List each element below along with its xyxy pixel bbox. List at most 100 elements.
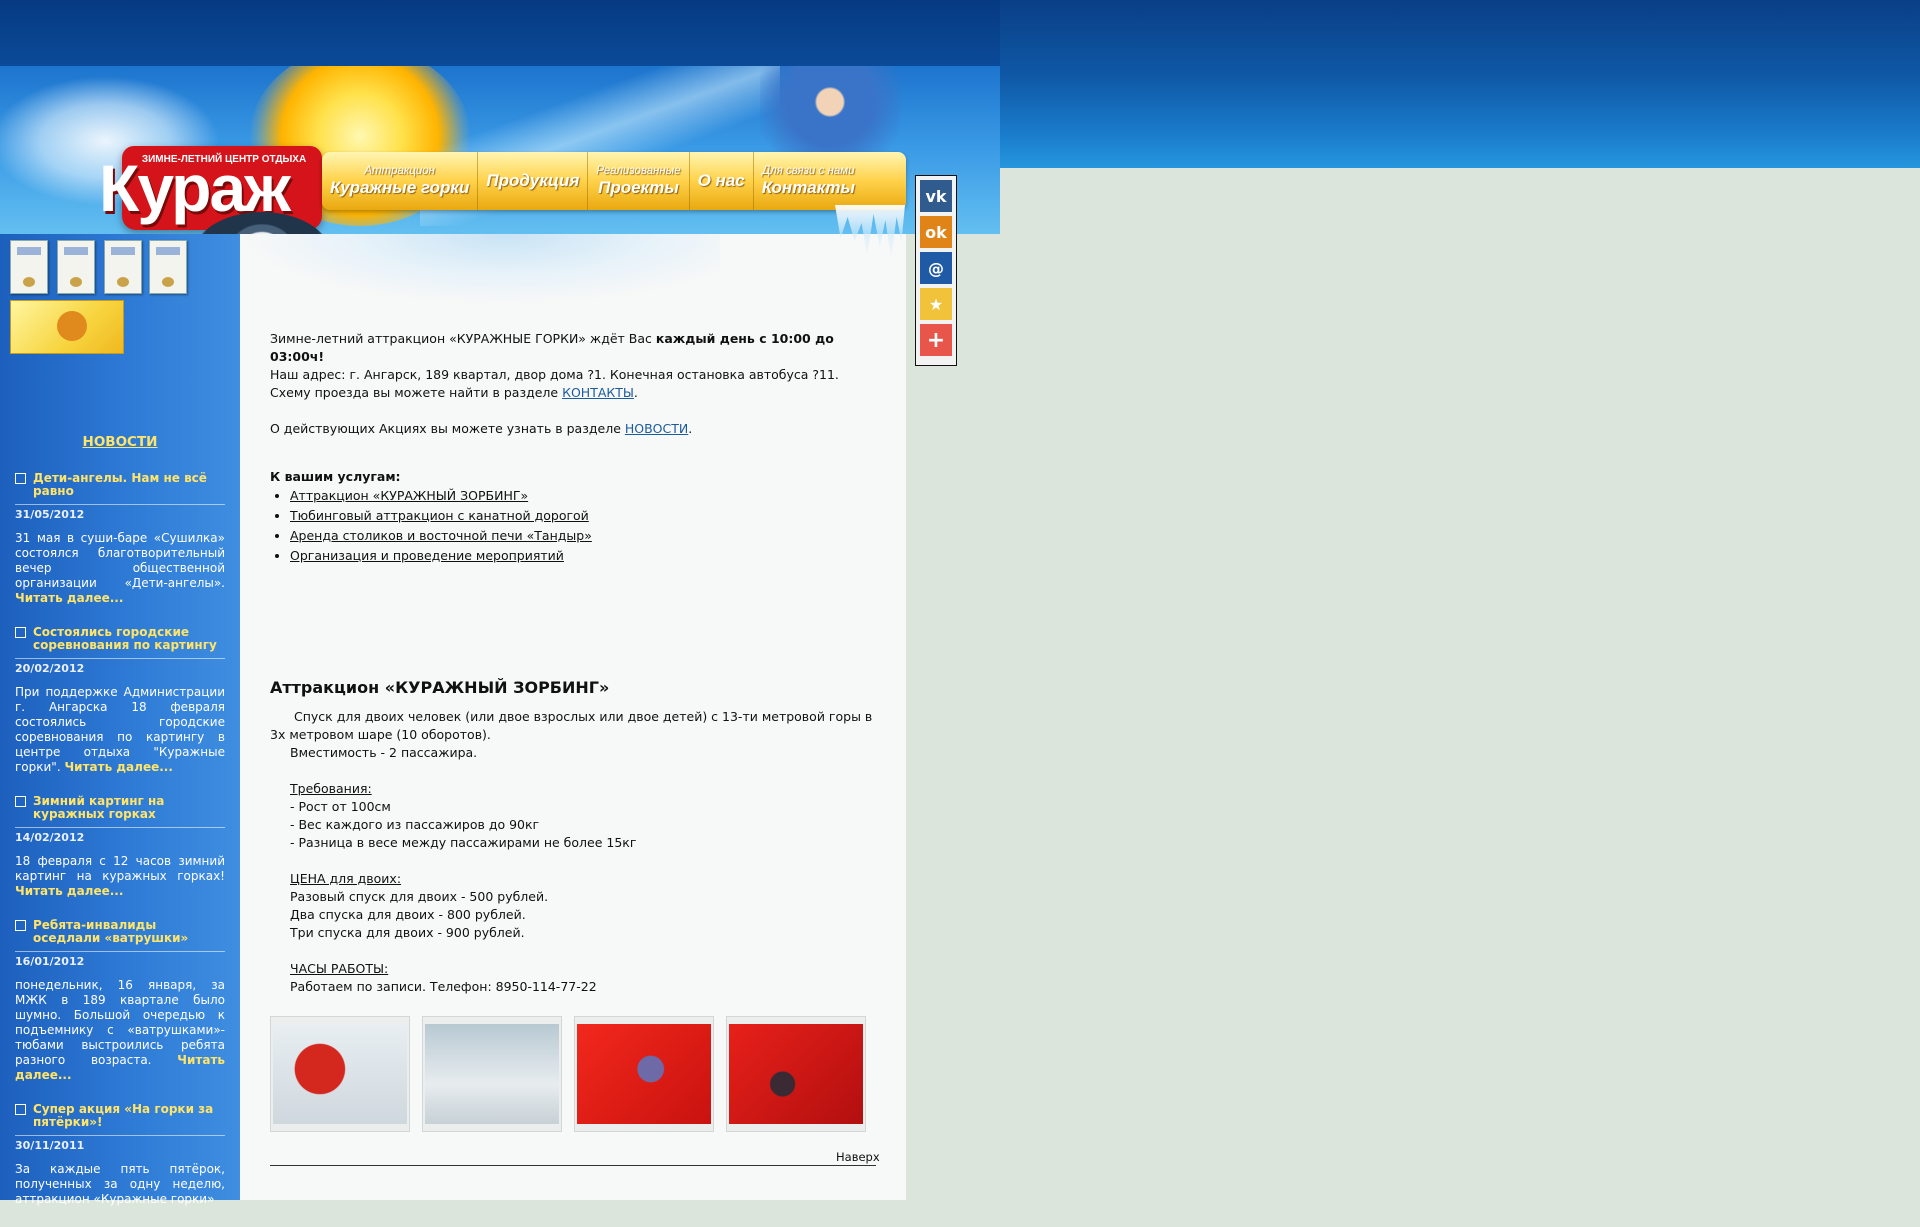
news-title-link[interactable]: Дети-ангелы. Нам не всё равно [15,472,225,505]
mail-icon[interactable]: @ [920,252,952,284]
service-link-zorbing[interactable]: Аттракцион «КУРАЖНЫЙ ЗОРБИНГ» [290,486,876,506]
news-excerpt: За каждые пять пятёрок, полученных за од… [15,1162,225,1207]
news-item: Дети-ангелы. Нам не всё равно 31/05/2012… [15,472,225,606]
gallery-thumbnail[interactable] [726,1016,866,1132]
news-date: 14/02/2012 [15,831,85,844]
news-title-text: Супер акция «На горки за пятёрки»! [33,1102,214,1129]
certificate-thumbnail[interactable] [149,240,187,294]
menu-item-caption: Аттракцион [364,164,436,177]
news-title-text: Зимний картинг на куражных горках [33,794,165,821]
vk-icon[interactable]: vk [920,180,952,212]
news-excerpt: понедельник, 16 января, за МЖК в 189 ква… [15,978,225,1083]
menu-item-label: О нас [697,171,745,190]
bullet-square-icon [15,627,26,638]
news-date: 30/11/2011 [15,1139,85,1152]
service-link-tubing[interactable]: Тюбинговый аттракцион с канатной дорогой [290,506,876,526]
content-wave-decoration [240,234,720,304]
certificate-thumbnail[interactable] [104,240,142,294]
intro-route-text: Схему проезда вы можете найти в разделе [270,385,563,400]
intro-route: Схему проезда вы можете найти в разделе … [270,385,638,400]
news-title-link[interactable]: Зимний картинг на куражных горках [15,795,225,828]
attraction-description: Спуск для двоих человек (или двое взросл… [270,708,876,996]
odnoklassniki-icon[interactable]: ok [920,216,952,248]
news-link[interactable]: НОВОСТИ [625,421,688,436]
social-share-bar: vk ok @ ★ + [915,175,957,366]
main-menu: Аттракцион Куражные горки Продукция Реал… [322,152,906,210]
service-link-tandyr[interactable]: Аренда столиков и восточной печи «Тандыр… [290,526,876,546]
gallery-thumbnail[interactable] [422,1016,562,1132]
photo-gallery [270,1016,866,1132]
menu-item-caption: Реализованные [596,164,681,177]
read-more-link[interactable]: Читать далее... [15,591,123,605]
requirement-item: - Вес каждого из пассажиров до 90кг [290,817,540,832]
read-more-link[interactable]: Читать далее... [64,760,172,774]
capacity-text: Вместимость - 2 пассажира. [290,745,478,760]
menu-item-label: Проекты [598,177,679,197]
news-item: Зимний картинг на куражных горках 14/02/… [15,795,225,899]
services-title: К вашим услугам: [270,469,401,484]
promo-banner[interactable] [10,300,124,354]
news-item: Ребята-инвалиды оседлали «ватрушки» 16/0… [15,919,225,1083]
zorb-ball-photo [273,1024,407,1124]
news-title-text: Ребята-инвалиды оседлали «ватрушки» [33,918,189,945]
news-item: Состоялись городские соревнования по кар… [15,626,225,775]
news-excerpt-text: За каждые пять пятёрок, полученных за од… [15,1162,225,1206]
menu-item-caption: Для связи с нами [762,164,855,177]
menu-item-label: Куражные горки [330,177,470,197]
menu-item-products[interactable]: Продукция [478,152,589,210]
menu-item-label: Контакты [761,177,856,197]
hours-text: Работаем по записи. Телефон: 8950-114-77… [290,979,597,994]
gallery-thumbnail[interactable] [270,1016,410,1132]
service-link-events[interactable]: Организация и проведение мероприятий [290,546,876,566]
star-icon[interactable]: ★ [920,288,952,320]
intro-schedule-text: Зимне-летний аттракцион «КУРАЖНЫЕ ГОРКИ»… [270,331,656,346]
price-item: Разовый спуск для двоих - 500 рублей. [290,889,549,904]
requirement-item: - Разница в весе между пассажирами не бо… [290,835,637,850]
bullet-square-icon [15,796,26,807]
attraction-title: Аттракцион «КУРАЖНЫЙ ЗОРБИНГ» [270,678,610,697]
zorb-inside-photo [729,1024,863,1124]
contacts-link[interactable]: КОНТАКТЫ [562,385,634,400]
menu-item-label: Продукция [486,171,580,190]
attraction-desc-text: Спуск для двоих человек (или двое взросл… [270,709,873,742]
price-item: Три спуска для двоих - 900 рублей. [290,925,525,940]
news-title-link[interactable]: Супер акция «На горки за пятёрки»! [15,1103,225,1136]
news-excerpt-text: 31 мая в суши-баре «Сушилка» состоялся б… [15,531,225,590]
gallery-thumbnail[interactable] [574,1016,714,1132]
bullet-square-icon [15,1104,26,1115]
price-title: ЦЕНА для двоих: [290,871,402,886]
plus-icon[interactable]: + [920,324,952,356]
certificate-thumbnail[interactable] [10,240,48,294]
requirements-title: Требования: [290,781,372,796]
intro-section: Зимне-летний аттракцион «КУРАЖНЫЕ ГОРКИ»… [270,330,876,566]
news-title-link[interactable]: Состоялись городские соревнования по кар… [15,626,225,659]
news-title-text: Дети-ангелы. Нам не всё равно [33,471,207,498]
news-excerpt: При поддержке Администрации г. Ангарска … [15,685,225,775]
news-heading-link[interactable]: НОВОСТИ [0,434,240,450]
certificate-thumbnail[interactable] [57,240,95,294]
news-title-text: Состоялись городские соревнования по кар… [33,625,217,652]
back-to-top-link[interactable]: Наверх [836,1150,880,1164]
news-excerpt-text: 18 февраля с 12 часов зимний картинг на … [15,854,225,883]
page-top-band-dark [0,0,1000,66]
news-item: Супер акция «На горки за пятёрки»! 30/11… [15,1103,225,1207]
zorb-inside-photo [577,1024,711,1124]
news-date: 16/01/2012 [15,955,85,968]
menu-item-contacts[interactable]: Для связи с нами Контакты [754,152,863,210]
zorb-people-photo [425,1024,559,1124]
news-excerpt: 18 февраля с 12 часов зимний картинг на … [15,854,225,899]
cartoon-image [57,311,87,341]
news-title-link[interactable]: Ребята-инвалиды оседлали «ватрушки» [15,919,225,952]
menu-item-slides[interactable]: Аттракцион Куражные горки [322,152,479,210]
intro-promos-text: О действующих Акциях вы можете узнать в … [270,421,625,436]
menu-item-about[interactable]: О нас [690,152,754,210]
read-more-link[interactable]: Читать далее... [15,884,123,898]
intro-schedule: Зимне-летний аттракцион «КУРАЖНЫЕ ГОРКИ»… [270,330,876,366]
menu-item-projects[interactable]: Реализованные Проекты [588,152,690,210]
requirement-item: - Рост от 100см [290,799,391,814]
news-date: 20/02/2012 [15,662,85,675]
bullet-square-icon [15,920,26,931]
intro-promos: О действующих Акциях вы можете узнать в … [270,421,693,436]
